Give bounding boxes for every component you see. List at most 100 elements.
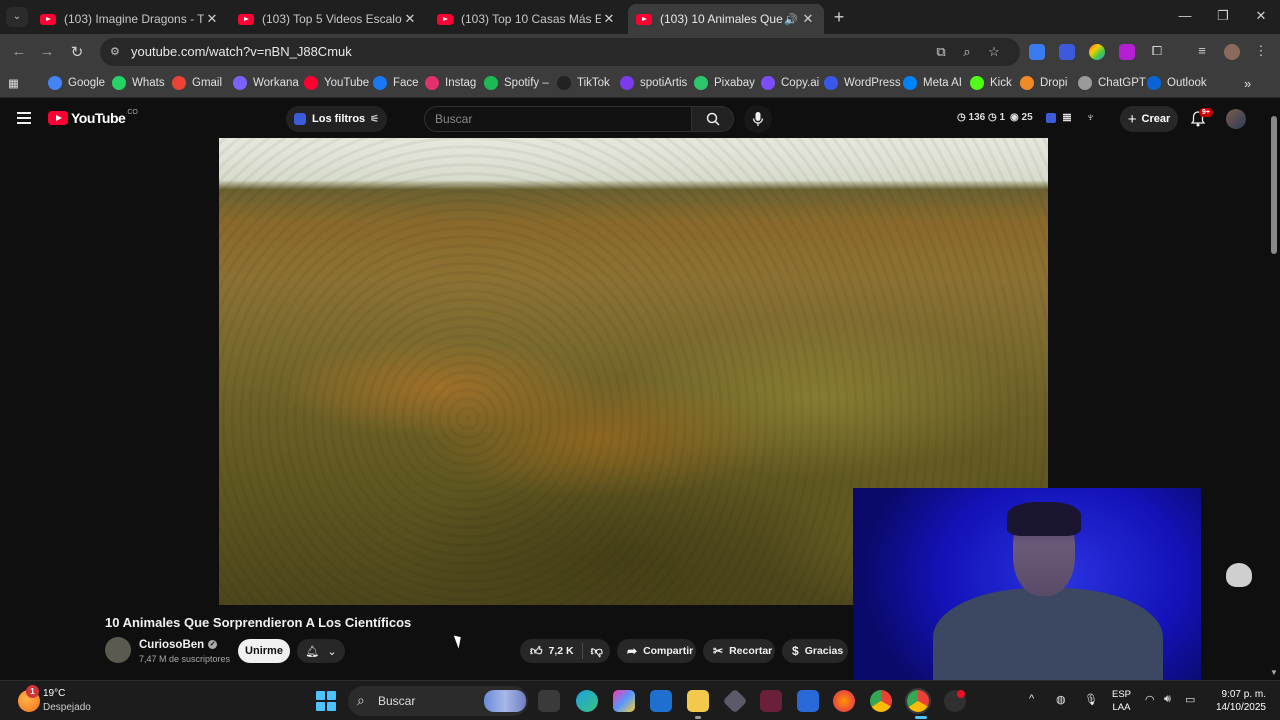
floating-mascot-icon[interactable] <box>1226 563 1252 587</box>
tab-search-chevron-icon[interactable]: ⌄ <box>6 7 28 27</box>
windows-start-icon[interactable] <box>316 691 336 711</box>
reload-icon[interactable]: ↻ <box>68 43 86 61</box>
back-arrow-icon[interactable]: ← <box>10 43 28 60</box>
system-clock[interactable]: 9:07 p. m. 14/10/2025 <box>1212 688 1266 714</box>
browser-tab-active[interactable]: (103) 10 Animales Que Sorprendieron 🔊 ✕ <box>628 4 824 34</box>
language-indicator[interactable]: ESP LAA <box>1112 688 1131 714</box>
dislike-thumb-down-icon[interactable]: 👎︎ <box>591 644 603 659</box>
award-icon[interactable]: ♆ <box>1086 110 1095 124</box>
share-button[interactable]: ➦ Compartir <box>617 639 696 663</box>
channel-avatar[interactable] <box>105 637 131 663</box>
bookmark-item[interactable]: WordPress <box>824 76 901 90</box>
forward-arrow-icon[interactable]: → <box>38 43 56 60</box>
tray-mic-icon[interactable]: 🎙︎ <box>1084 693 1098 706</box>
url-text[interactable]: youtube.com/watch?v=nBN_J88Cmuk <box>131 44 352 59</box>
bookmark-item[interactable]: Face <box>373 76 419 90</box>
search-input[interactable] <box>425 107 691 131</box>
bookmark-item[interactable]: Instag <box>425 76 476 90</box>
file-explorer-icon[interactable] <box>687 690 709 712</box>
search-button[interactable] <box>692 106 734 132</box>
bookmark-item[interactable]: Kick <box>970 76 1012 90</box>
edge-browser-icon[interactable] <box>576 690 598 712</box>
extension-icon[interactable] <box>1059 44 1075 60</box>
weather-temperature[interactable]: 19°C <box>43 688 65 699</box>
microsoft-store-icon[interactable] <box>650 690 672 712</box>
subscription-bell-button[interactable]: 🔔︎ ⌄ <box>297 639 345 663</box>
tray-app-icon[interactable]: ◍ <box>1056 693 1066 706</box>
site-info-icon[interactable]: ⚙ <box>110 45 124 59</box>
minimize-window-icon[interactable]: — <box>1176 8 1194 23</box>
firefox-icon[interactable] <box>833 690 855 712</box>
close-window-icon[interactable]: ✕ <box>1252 8 1270 24</box>
bookmark-item[interactable]: Google <box>48 76 105 90</box>
browser-menu-icon[interactable]: ⋮ <box>1252 43 1270 59</box>
bookmark-item[interactable]: Copy.ai <box>761 76 819 90</box>
bookmark-item[interactable]: Spotify – <box>484 76 549 90</box>
weather-condition[interactable]: Despejado <box>43 702 91 713</box>
copilot-icon[interactable] <box>613 690 635 712</box>
browser-tab[interactable]: (103) Imagine Dragons - Thunder ✕ <box>32 4 228 34</box>
more-bookmarks-chevron-icon[interactable]: » <box>1244 76 1251 91</box>
apps-grid-icon[interactable]: ▦ <box>8 76 19 90</box>
task-view-icon[interactable] <box>538 690 560 712</box>
bookmark-item[interactable]: Meta AI <box>903 76 962 90</box>
zoom-icon[interactable]: ⌕ <box>958 44 976 60</box>
tab-close-icon[interactable]: ✕ <box>402 11 418 27</box>
bookmark-item[interactable]: Workana <box>233 76 299 90</box>
browser-tab[interactable]: (103) Top 10 Casas Más Extrañas ✕ <box>429 4 625 34</box>
like-count[interactable]: 7,2 K <box>549 645 574 657</box>
browser-tab[interactable]: (103) Top 5 Videos Escalofriantes ✕ <box>230 4 426 34</box>
bookmark-item[interactable]: Pixabay <box>694 76 755 90</box>
tab-close-icon[interactable]: ✕ <box>601 11 617 27</box>
extension-icon[interactable] <box>1029 44 1045 60</box>
bookmark-item[interactable]: Gmail <box>172 76 222 90</box>
bookmark-star-icon[interactable]: ☆ <box>985 44 1003 60</box>
like-thumb-up-icon[interactable]: 👍︎ <box>530 644 543 659</box>
obsidian-app-icon[interactable] <box>722 688 748 714</box>
channel-name-row[interactable]: CuriosoBen ✓ <box>139 639 218 651</box>
chrome-active-icon[interactable] <box>907 690 929 712</box>
new-tab-plus-icon[interactable]: + <box>830 8 848 26</box>
bookmark-item[interactable]: Outlook <box>1147 76 1207 90</box>
capcut-app-icon[interactable] <box>760 690 782 712</box>
channel-name[interactable]: CuriosoBen <box>139 639 204 651</box>
extension-icon[interactable] <box>1089 44 1105 60</box>
extension-icon[interactable] <box>1046 113 1056 123</box>
join-button[interactable]: Unirme <box>238 639 290 663</box>
page-scrollbar[interactable] <box>1268 110 1280 680</box>
tab-close-icon[interactable]: ✕ <box>800 11 816 27</box>
restore-window-icon[interactable]: ❐ <box>1214 8 1232 24</box>
wifi-icon[interactable]: ◠ <box>1145 693 1155 706</box>
bookmark-item[interactable]: ChatGPT <box>1078 76 1146 90</box>
chrome-icon[interactable] <box>870 690 892 712</box>
media-controls-icon[interactable]: ≡ <box>1193 43 1211 58</box>
thanks-button[interactable]: $ Gracias <box>782 639 848 663</box>
volume-icon[interactable]: 🔊︎ <box>1164 693 1171 706</box>
bookmark-item[interactable]: Dropi <box>1020 76 1067 90</box>
install-app-icon[interactable]: ⧉ <box>932 44 950 60</box>
extensions-puzzle-icon[interactable]: ⧠ <box>1148 43 1166 59</box>
profile-avatar[interactable] <box>1224 44 1240 60</box>
tray-overflow-chevron-icon[interactable]: ^ <box>1029 693 1034 705</box>
tab-close-icon[interactable]: ✕ <box>204 11 220 27</box>
scroll-down-arrow-icon[interactable]: ▼ <box>1268 668 1280 677</box>
list-icon[interactable]: ≣ <box>1062 110 1072 124</box>
bookmark-item[interactable]: YouTube <box>304 76 369 90</box>
create-button[interactable]: + Crear <box>1120 106 1178 132</box>
account-avatar[interactable] <box>1226 109 1246 129</box>
youtube-logo[interactable]: YouTube CO <box>48 109 138 126</box>
speaker-icon[interactable]: 🔊 <box>784 13 800 26</box>
menu-hamburger-icon[interactable] <box>17 112 31 124</box>
bookmark-item[interactable]: Whats <box>112 76 165 90</box>
battery-icon[interactable]: ▭ <box>1185 693 1195 706</box>
filters-button[interactable]: Los filtros ⚟ <box>286 106 388 132</box>
snipping-tool-icon[interactable] <box>797 690 819 712</box>
bookmark-item[interactable]: TikTok <box>557 76 610 90</box>
address-bar[interactable]: ⚙ youtube.com/watch?v=nBN_J88Cmuk ⧉ ⌕ ☆ <box>100 38 1020 66</box>
voice-search-button[interactable] <box>744 105 772 133</box>
bookmark-item[interactable]: spotiArtis <box>620 76 687 90</box>
clip-button[interactable]: ✂ Recortar <box>703 639 775 663</box>
search-box[interactable] <box>424 106 692 132</box>
download-extension-icon[interactable] <box>1119 44 1135 60</box>
scrollbar-thumb[interactable] <box>1271 116 1277 254</box>
